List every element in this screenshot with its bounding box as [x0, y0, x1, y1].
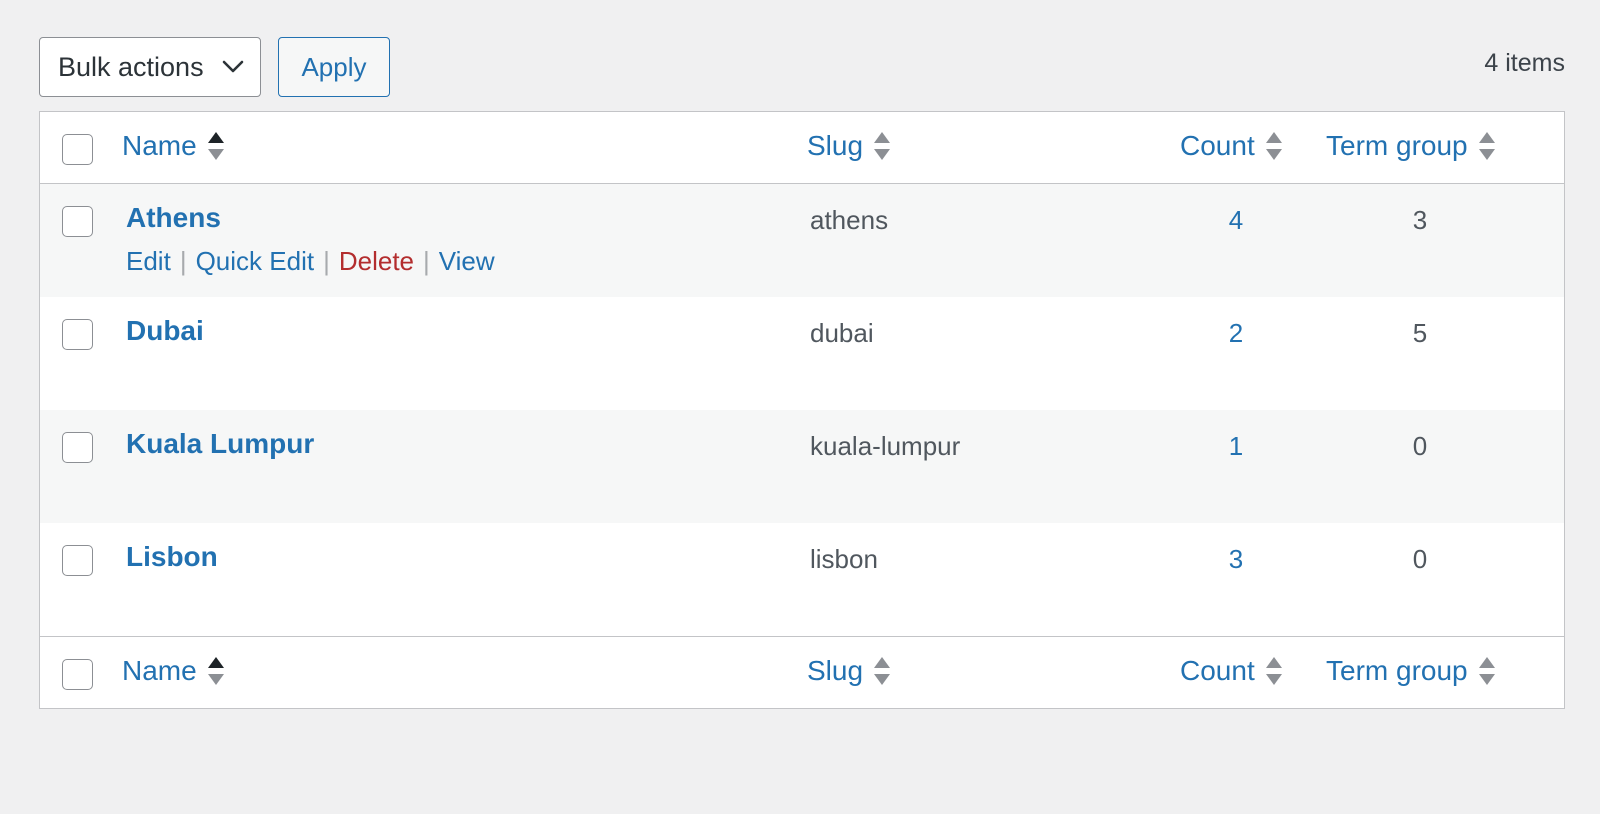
term-name-link[interactable]: Dubai	[126, 315, 204, 347]
sort-icon	[1478, 657, 1495, 685]
term-slug: dubai	[810, 318, 874, 348]
select-all-checkbox[interactable]	[62, 659, 93, 690]
column-header-count-label: Count	[1180, 655, 1255, 686]
sort-icon	[874, 132, 891, 160]
term-count-link[interactable]: 4	[1216, 205, 1256, 236]
edit-link[interactable]: Edit	[126, 246, 171, 277]
table-header: Name Slug Count Term group	[40, 112, 1564, 184]
term-name-link[interactable]: Lisbon	[126, 541, 218, 573]
term-count-link[interactable]: 2	[1216, 318, 1256, 349]
term-slug: kuala-lumpur	[810, 431, 961, 461]
table-row: Athens Edit | Quick Edit | Delete | View…	[40, 184, 1564, 297]
delete-link[interactable]: Delete	[339, 246, 414, 277]
row-checkbox[interactable]	[62, 206, 93, 237]
table-toolbar: Bulk actions Apply 4 items	[39, 37, 1565, 97]
quick-edit-link[interactable]: Quick Edit	[196, 246, 315, 277]
row-actions-separator: |	[423, 246, 430, 276]
row-actions-separator: |	[179, 246, 187, 276]
apply-button[interactable]: Apply	[278, 37, 390, 97]
term-group-value: 0	[1412, 431, 1428, 461]
column-header-slug-label: Slug	[807, 655, 864, 686]
column-header-name-label: Name	[122, 130, 197, 161]
term-count-link[interactable]: 3	[1216, 544, 1256, 575]
sort-icon	[874, 657, 891, 685]
column-header-slug[interactable]: Slug	[807, 130, 891, 162]
table-row: Dubai dubai 2 5	[40, 297, 1564, 410]
items-count: 4 items	[1484, 49, 1565, 77]
column-header-term-group[interactable]: Term group	[1326, 655, 1496, 687]
row-actions: Edit | Quick Edit | Delete | View	[126, 246, 495, 277]
terms-table: Name Slug Count Term group Athens Edit |…	[39, 111, 1565, 709]
row-checkbox[interactable]	[62, 545, 93, 576]
sort-ascending-icon	[207, 657, 224, 685]
term-group-value: 0	[1412, 544, 1428, 574]
column-header-name[interactable]: Name	[122, 130, 225, 162]
column-header-term-group[interactable]: Term group	[1326, 130, 1496, 162]
terms-list-screen: Bulk actions Apply 4 items Name Slug Cou…	[39, 37, 1565, 709]
term-slug: athens	[810, 205, 889, 235]
term-name-link[interactable]: Kuala Lumpur	[126, 428, 314, 460]
row-checkbox[interactable]	[62, 432, 93, 463]
column-header-slug[interactable]: Slug	[807, 655, 891, 687]
column-header-count[interactable]: Count	[1180, 130, 1283, 162]
view-link[interactable]: View	[439, 246, 495, 277]
column-header-count-label: Count	[1180, 130, 1255, 161]
term-slug: lisbon	[810, 544, 878, 574]
term-name-link[interactable]: Athens	[126, 202, 221, 234]
column-header-count[interactable]: Count	[1180, 655, 1283, 687]
table-footer: Name Slug Count Term group	[40, 636, 1564, 708]
term-group-value: 5	[1412, 318, 1428, 348]
row-actions-separator: |	[323, 246, 330, 276]
bulk-actions-label: Bulk actions	[58, 51, 204, 82]
table-row: Kuala Lumpur kuala-lumpur 1 0	[40, 410, 1564, 523]
bulk-actions-select[interactable]: Bulk actions	[39, 37, 261, 97]
sort-ascending-icon	[207, 132, 224, 160]
table-row: Lisbon lisbon 3 0	[40, 523, 1564, 636]
select-all-checkbox[interactable]	[62, 134, 93, 165]
column-header-name-label: Name	[122, 655, 197, 686]
term-count-link[interactable]: 1	[1216, 431, 1256, 462]
row-checkbox[interactable]	[62, 319, 93, 350]
chevron-down-icon	[222, 60, 244, 73]
column-header-slug-label: Slug	[807, 130, 864, 161]
sort-icon	[1478, 132, 1495, 160]
sort-icon	[1265, 657, 1282, 685]
column-header-name[interactable]: Name	[122, 655, 225, 687]
sort-icon	[1265, 132, 1282, 160]
column-header-term-group-label: Term group	[1326, 130, 1468, 161]
column-header-term-group-label: Term group	[1326, 655, 1468, 686]
term-group-value: 3	[1412, 205, 1428, 235]
